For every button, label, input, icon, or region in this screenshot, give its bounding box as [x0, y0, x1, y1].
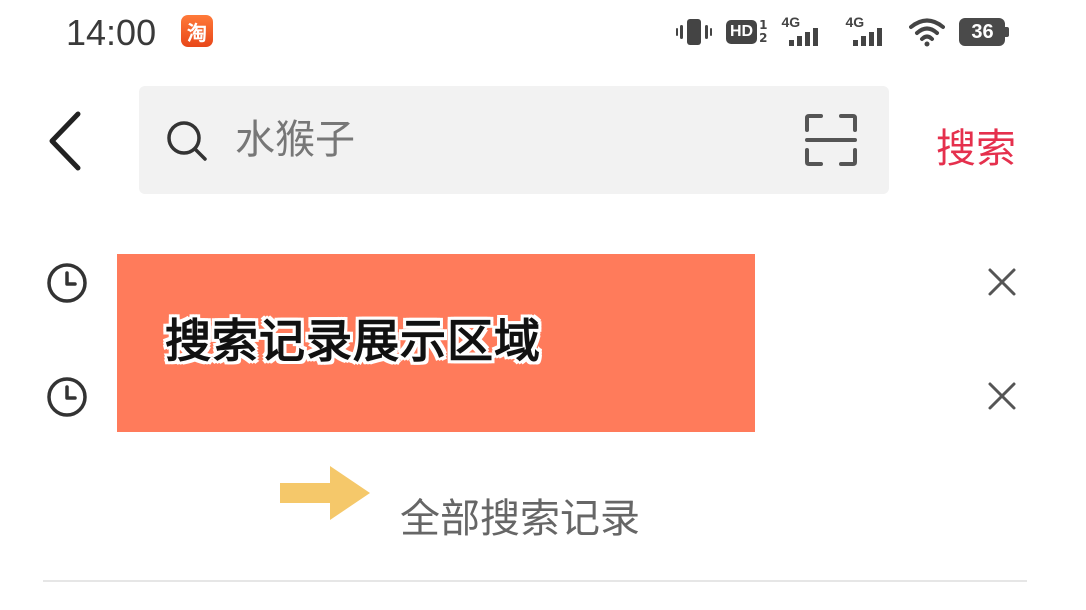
close-icon[interactable] — [984, 264, 1020, 300]
scan-icon[interactable] — [803, 112, 859, 168]
divider — [43, 580, 1027, 582]
status-icons: HD 1 2 4G 4G 36 — [676, 14, 1010, 50]
search-button[interactable]: 搜索 — [936, 116, 1016, 174]
signal-sim1-icon: 4G — [781, 14, 831, 48]
history-area-overlay: 搜索记录展示区域 — [117, 254, 755, 432]
overlay-label: 搜索记录展示区域 — [165, 314, 541, 368]
clock-icon — [47, 377, 87, 417]
status-time: 14:00 — [66, 12, 157, 53]
search-bar[interactable] — [139, 86, 889, 194]
vibrate-icon — [676, 19, 712, 45]
signal-sim2-icon: 4G — [845, 14, 895, 48]
arrow-right-icon — [280, 466, 370, 520]
hd-voice-icon: HD 1 2 — [726, 19, 767, 45]
back-icon[interactable] — [40, 106, 90, 176]
taobao-app-icon: 淘 — [181, 15, 213, 47]
all-history-link[interactable]: 全部搜索记录 — [400, 486, 640, 544]
search-icon — [167, 121, 207, 161]
status-bar: 14:00 淘 HD 1 2 4G 4G 36 — [0, 0, 1086, 66]
clock-icon — [47, 263, 87, 303]
search-input[interactable] — [235, 114, 775, 166]
wifi-icon — [909, 18, 946, 47]
close-icon[interactable] — [984, 378, 1020, 414]
battery-icon: 36 — [959, 18, 1010, 46]
